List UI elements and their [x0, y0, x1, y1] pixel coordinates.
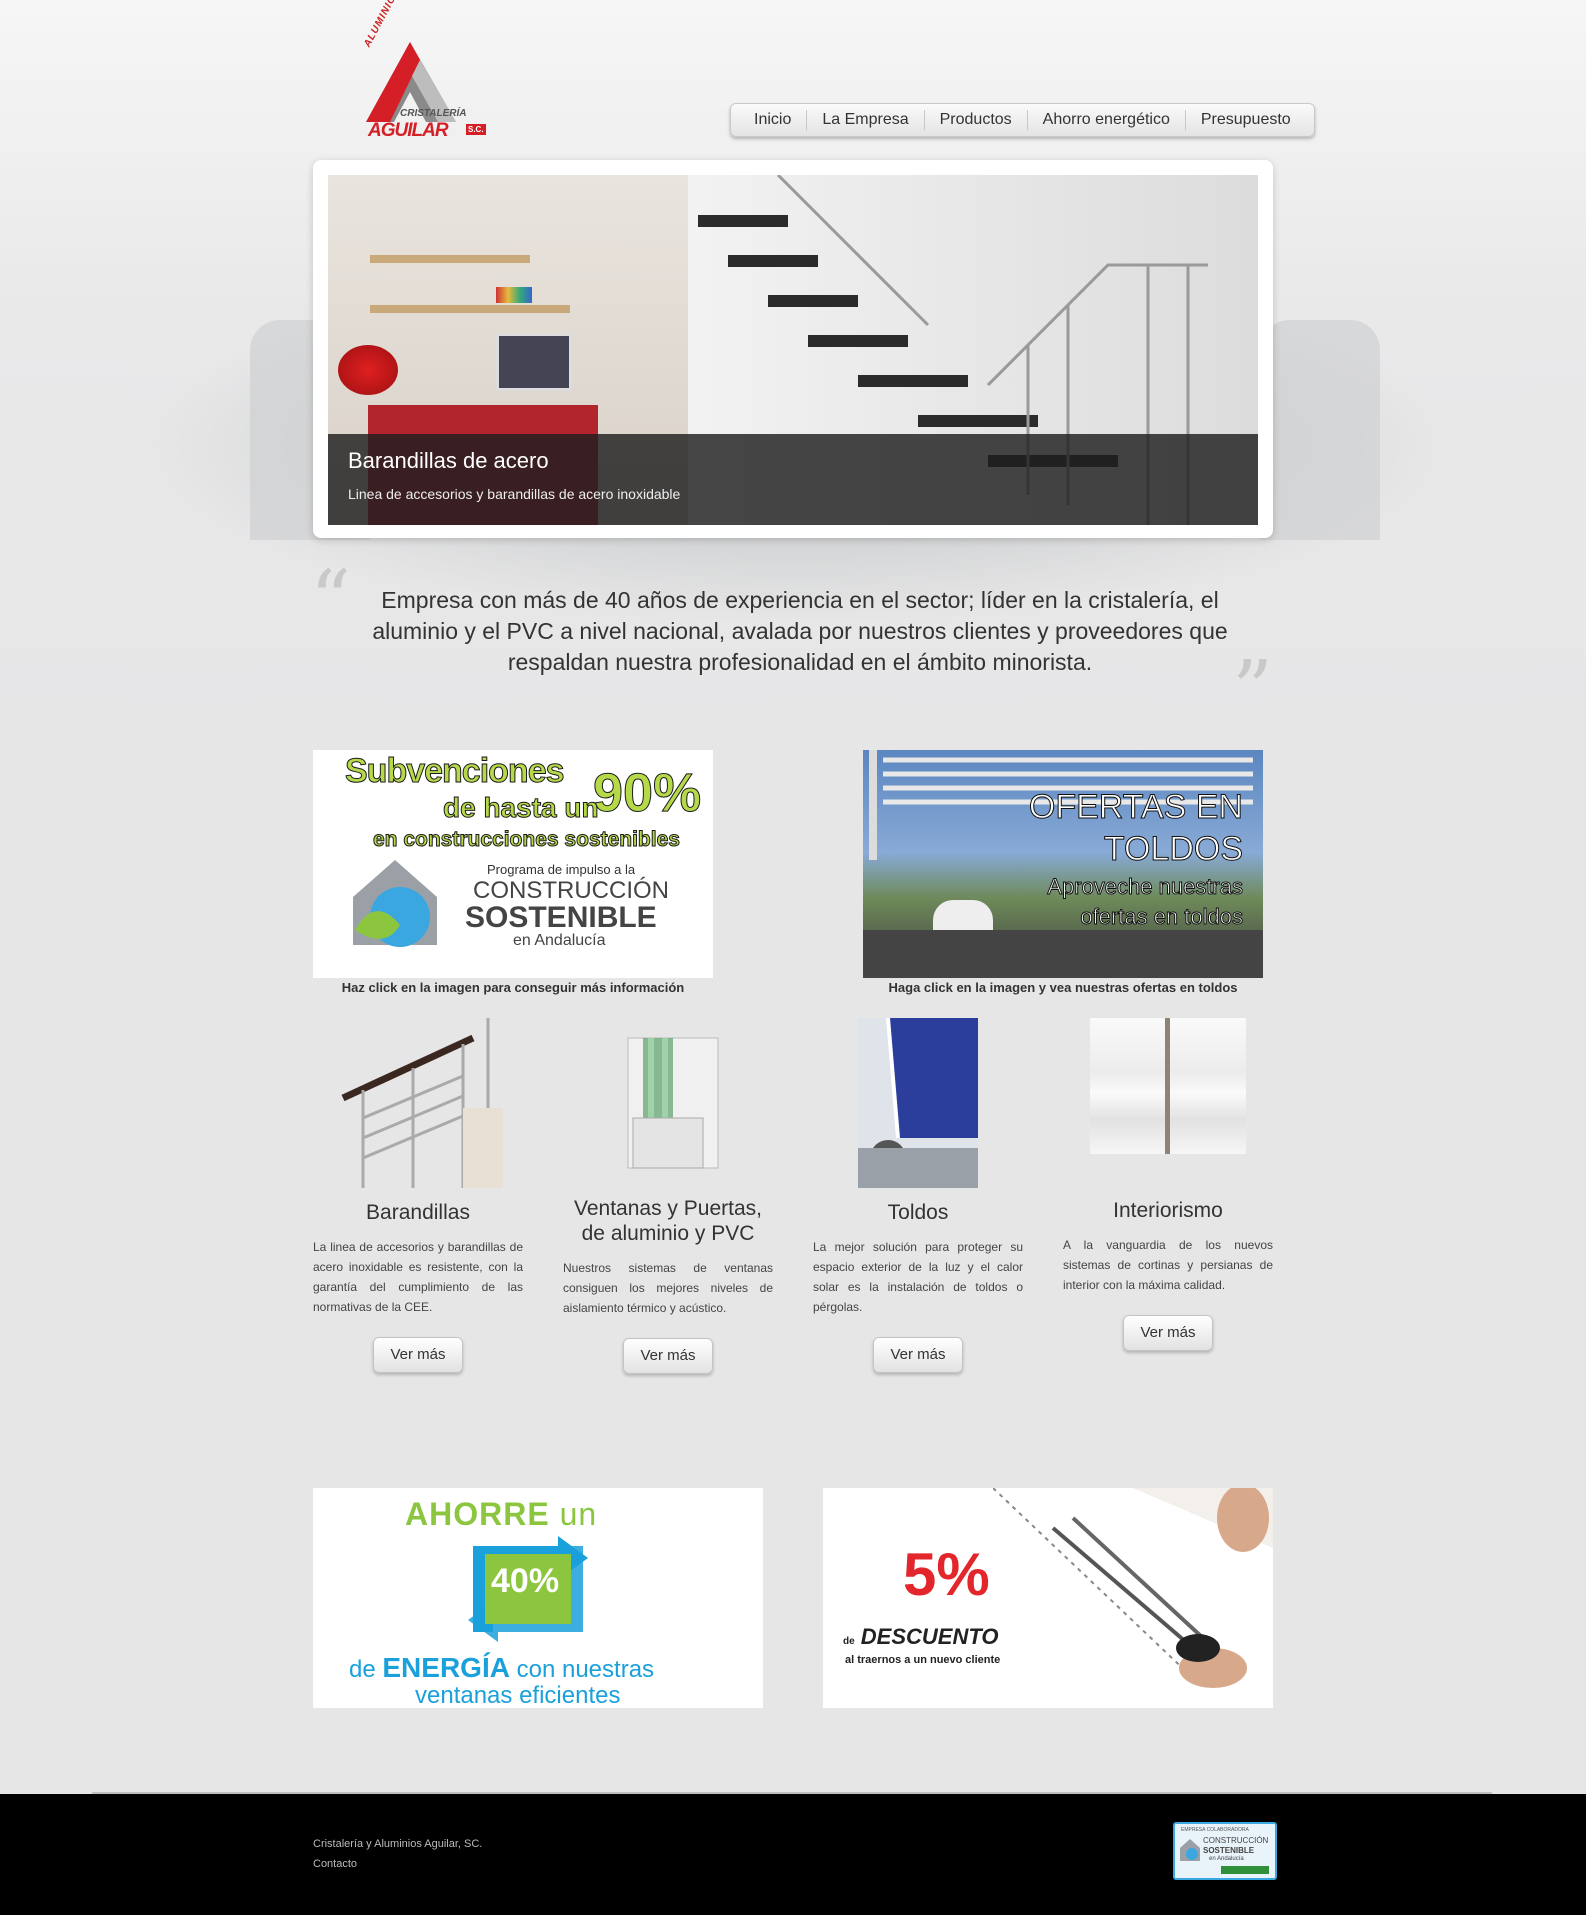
product-toldos: Toldos La mejor solución para proteger s…	[813, 1017, 1023, 1373]
nav-item-presupuesto[interactable]: Presupuesto	[1184, 110, 1306, 130]
product-barandillas: Barandillas La linea de accesorios y bar…	[313, 1018, 523, 1373]
footer-construccion-sostenible-badge[interactable]: EMPRESA COLABORADORA CONSTRUCCIÓN SOSTEN…	[1173, 1822, 1277, 1880]
badge-line4: en Andalucía	[1209, 1856, 1244, 1862]
programa-line3: SOSTENIBLE	[465, 901, 657, 934]
ventanas-image[interactable]	[608, 1018, 728, 1188]
ventanas-title: Ventanas y Puertas, de aluminio y PVC	[574, 1197, 762, 1245]
energy-ahorre: AHORRE	[405, 1496, 550, 1532]
main-nav: Inicio La Empresa Productos Ahorro energ…	[730, 103, 1315, 137]
interiorismo-title: Interiorismo	[1113, 1199, 1223, 1222]
promo-subvenciones-line4: en construcciones sostenibles	[373, 828, 681, 852]
programa-line4: en Andalucía	[513, 932, 606, 949]
blind-cord	[1165, 1018, 1170, 1154]
promo-subvenciones-line2: de hasta un	[443, 792, 600, 824]
barandillas-image[interactable]	[333, 1018, 503, 1188]
toldos-ver-mas-button[interactable]: Ver más	[873, 1337, 963, 1373]
building-right-silhouette	[1260, 320, 1380, 540]
energy-line4: ventanas eficientes	[415, 1682, 621, 1708]
site-logo[interactable]: ALUMINIOS CRISTALERÍA AGUILAR S.C.	[360, 0, 490, 144]
ventanas-desc: Nuestros sistemas de ventanas consiguen …	[563, 1261, 773, 1315]
banner-descuento[interactable]: 5% de DESCUENTO al traernos a un nuevo c…	[823, 1488, 1273, 1708]
energy-un: un	[559, 1496, 598, 1532]
badge-line1: EMPRESA COLABORADORA	[1181, 1827, 1249, 1833]
slide-shelf-2	[370, 305, 570, 313]
logo-aguilar: AGUILAR	[368, 120, 449, 141]
discount-line2: de DESCUENTO	[843, 1624, 999, 1650]
energy-energia: ENERGÍA	[382, 1652, 510, 1683]
nav-item-productos[interactable]: Productos	[923, 110, 1027, 130]
barandillas-desc: La linea de accesorios y barandillas de …	[313, 1240, 523, 1314]
discount-word: DESCUENTO	[860, 1624, 999, 1649]
energy-percent: 40%	[491, 1562, 560, 1600]
discount-de: de	[843, 1636, 855, 1647]
scissors-cutting-illustration	[993, 1488, 1273, 1688]
energy-con-nuestras: con nuestras	[516, 1656, 655, 1683]
awning-icon	[858, 1017, 978, 1188]
promo-toldos-line4: ofertas en toldos	[1080, 904, 1244, 930]
banner-ahorro-energia[interactable]: AHORRE un 40% de ENERGÍA con nuestras ve…	[313, 1488, 763, 1708]
promo-subvenciones-percent: 90%	[592, 763, 702, 824]
barandillas-title: Barandillas	[366, 1201, 470, 1224]
promo-subvenciones-title: Subvenciones	[345, 752, 566, 791]
promo-toldos-sofa	[863, 930, 1263, 978]
slide-subtitle: Linea de accesorios y barandillas de ace…	[348, 486, 681, 502]
nav-item-ahorro-energetico[interactable]: Ahorro energético	[1026, 110, 1185, 130]
toldos-image[interactable]	[858, 1017, 978, 1188]
sostenible-house-icon	[353, 860, 437, 947]
badge-house-icon	[1180, 1839, 1200, 1861]
company-quote: Empresa con más de 40 años de experienci…	[372, 587, 1228, 675]
product-interiorismo: Interiorismo A la vanguardia de los nuev…	[1063, 1018, 1273, 1351]
promo-toldos[interactable]: OFERTAS EN TOLDOS Aproveche nuestras ofe…	[863, 750, 1263, 978]
toldos-desc: La mejor solución para proteger su espac…	[813, 1240, 1023, 1314]
window-profile-icon	[627, 1037, 719, 1169]
slide-title: Barandillas de acero	[348, 448, 549, 473]
barandillas-ver-mas-button[interactable]: Ver más	[373, 1337, 463, 1373]
discount-percent: 5%	[903, 1541, 990, 1608]
interiorismo-ver-mas-button[interactable]: Ver más	[1123, 1315, 1213, 1351]
slide-flowers	[338, 345, 398, 395]
promo-subvenciones-caption: Haz click en la imagen para conseguir má…	[341, 980, 685, 995]
product-ventanas: Ventanas y Puertas, de aluminio y PVC Nu…	[563, 1018, 773, 1374]
quote-close-icon: ”	[1232, 643, 1273, 736]
ventanas-ver-mas-button[interactable]: Ver más	[623, 1338, 713, 1374]
quote-open-icon: “	[310, 553, 351, 646]
badge-sponsor-strip	[1221, 1866, 1269, 1874]
promo-toldos-title: OFERTAS EN	[1028, 788, 1243, 827]
interiorismo-image[interactable]	[1090, 1018, 1246, 1154]
slide-books	[496, 287, 532, 303]
nav-item-la-empresa[interactable]: La Empresa	[806, 110, 923, 130]
footer: Cristalería y Aluminios Aguilar, SC. Con…	[0, 1794, 1586, 1915]
slide-tv	[496, 333, 572, 391]
toldos-title: Toldos	[887, 1201, 949, 1224]
energy-line1: AHORRE un	[405, 1496, 597, 1533]
interiorismo-desc: A la vanguardia de los nuevos sistemas d…	[1063, 1238, 1273, 1292]
logo-sc: S.C.	[466, 124, 486, 135]
promo-toldos-title2: TOLDOS	[1103, 830, 1243, 869]
promo-toldos-caption: Haga click en la imagen y vea nuestras o…	[888, 980, 1238, 995]
badge-line3: SOSTENIBLE	[1203, 1846, 1255, 1855]
slide-caption: Barandillas de acero Linea de accesorios…	[328, 434, 1258, 525]
promo-toldos-line3: Aproveche nuestras	[1047, 874, 1244, 900]
badge-line2: CONSTRUCCIÓN	[1203, 1836, 1269, 1845]
promo-subvenciones[interactable]: Subvenciones de hasta un 90% en construc…	[313, 750, 713, 978]
discount-sub: al traernos a un nuevo cliente	[845, 1654, 1001, 1666]
railing-icon	[341, 1018, 503, 1188]
logo-cristaleria: CRISTALERÍA	[400, 108, 467, 119]
footer-contact-link[interactable]: Contacto	[313, 1854, 357, 1874]
nav-item-inicio[interactable]: Inicio	[739, 110, 806, 130]
slide-shelf	[370, 255, 530, 263]
programa-line1: Programa de impulso a la	[487, 862, 636, 877]
hero-slide[interactable]: Barandillas de acero Linea de accesorios…	[328, 175, 1258, 525]
footer-company: Cristalería y Aluminios Aguilar, SC.	[313, 1838, 483, 1850]
energy-line3: de ENERGÍA con nuestras	[349, 1652, 654, 1684]
energy-de: de	[349, 1656, 376, 1683]
